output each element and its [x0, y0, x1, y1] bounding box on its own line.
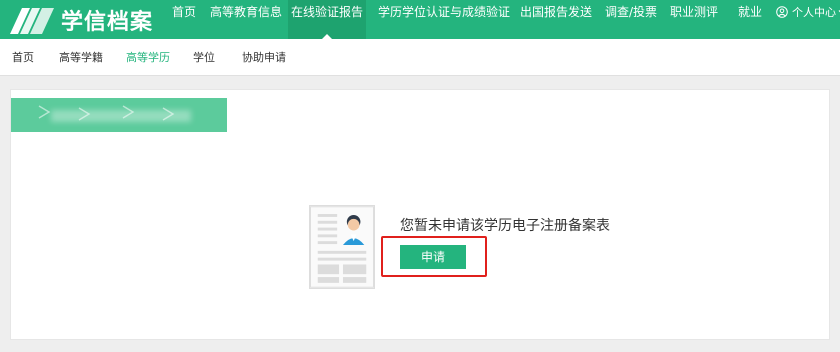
nav-home[interactable]: 首页	[172, 0, 198, 39]
brand-logo[interactable]: 学信档案	[8, 1, 153, 38]
nav-degree-certification[interactable]: 学历学位认证与成绩验证	[378, 0, 510, 39]
highlight-annotation	[381, 236, 487, 277]
blurred-text	[51, 110, 191, 122]
nav-survey[interactable]: 调查/投票	[605, 0, 661, 39]
subnav-home[interactable]: 首页	[12, 39, 34, 76]
sub-nav: 首页 高等学籍 高等学历 学位 协助申请	[0, 39, 840, 76]
nav-higher-edu-info[interactable]: 高等教育信息	[210, 0, 282, 39]
user-icon	[776, 6, 788, 18]
content-card: 您暂未申请该学历电子注册备案表 申请	[10, 89, 830, 340]
empty-state-message: 您暂未申请该学历电子注册备案表	[400, 218, 610, 234]
subnav-assist-apply[interactable]: 协助申请	[242, 39, 286, 76]
nav-employment[interactable]: 就业	[738, 0, 764, 39]
nav-online-verification[interactable]: 在线验证报告	[288, 0, 366, 39]
redacted-name-banner	[11, 98, 227, 132]
nav-career-test[interactable]: 职业测评	[670, 0, 720, 39]
subnav-degree[interactable]: 学位	[193, 39, 215, 76]
logo-book-icon	[10, 7, 54, 34]
brand-name: 学信档案	[61, 9, 154, 35]
subnav-enrollment[interactable]: 高等学籍	[59, 39, 103, 76]
user-center-menu[interactable]: 个人中心	[776, 0, 840, 24]
user-center-label: 个人中心	[792, 6, 836, 19]
top-nav: 学信档案 首页 高等教育信息 在线验证报告 学历学位认证与成绩验证 出国报告发送…	[0, 0, 840, 39]
resume-document-illustration	[309, 205, 375, 289]
subnav-education[interactable]: 高等学历	[126, 39, 170, 76]
nav-report-abroad[interactable]: 出国报告发送	[520, 0, 592, 39]
